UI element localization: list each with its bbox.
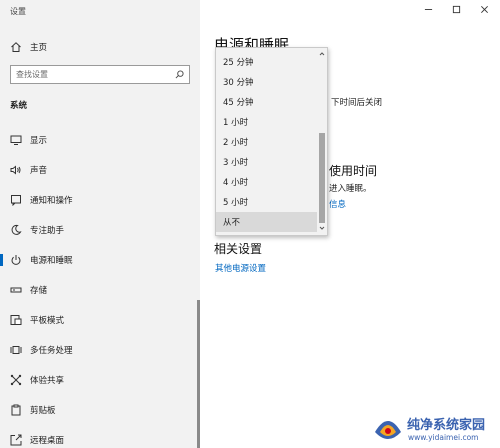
multitasking-icon [10,346,22,354]
sidebar-item-label: 通知和操作 [30,196,73,206]
dropdown-option[interactable]: 2 小时 [216,132,317,152]
home-icon [11,42,21,52]
watermark-logo-icon [375,421,401,439]
sidebar-item-label: 体验共享 [30,376,65,386]
sidebar-item-power-sleep[interactable]: 电源和睡眠 [0,250,198,270]
maximize-button[interactable] [442,0,470,18]
sound-icon [10,165,21,175]
dropdown-option[interactable]: 30 分钟 [216,72,317,92]
settings-window: 设置 主页 查找设置 系统 显示 声音 通知和操作 专注助手 电源和睡眠 存储 … [0,0,500,448]
sidebar-item-label: 显示 [30,136,48,146]
dropdown-scroll-thumb[interactable] [319,133,325,223]
close-icon [480,5,488,13]
dropdown-option-selected[interactable]: 从不 [216,212,317,232]
minimize-icon [424,8,432,10]
watermark-url: www.yidaimei.com [408,433,479,442]
sidebar-scrollbar[interactable] [197,300,200,448]
search-placeholder: 查找设置 [16,70,48,79]
storage-icon [10,287,22,293]
sidebar-item-label: 专注助手 [30,226,65,236]
scroll-up-icon[interactable] [319,51,325,57]
dropdown-option[interactable]: 45 分钟 [216,92,317,112]
sidebar-item-notifications[interactable]: 通知和操作 [0,190,198,210]
power-icon [11,255,21,265]
minimize-button[interactable] [414,0,442,18]
focus-assist-icon [11,224,22,235]
maximize-icon [452,5,460,13]
sidebar-item-label: 电源和睡眠 [30,256,73,266]
sidebar-item-sound[interactable]: 声音 [0,160,198,180]
sidebar-item-clipboard[interactable]: 剪贴板 [0,400,198,420]
sidebar-item-remote-desktop[interactable]: 远程桌面 [0,430,198,448]
search-icon[interactable] [175,70,184,79]
dropdown-option[interactable]: 3 小时 [216,152,317,172]
sidebar-item-storage[interactable]: 存储 [0,280,198,300]
home-nav-item[interactable]: 主页 [10,40,47,54]
notification-icon [11,195,21,206]
sidebar-item-label: 存储 [30,286,48,296]
sleep-section-title: 使用时间 [329,164,378,178]
shared-experiences-icon [10,374,22,386]
watermark: 纯净系统家园 www.yidaimei.com [372,408,500,448]
sidebar: 设置 主页 查找设置 系统 显示 声音 通知和操作 专注助手 电源和睡眠 存储 … [0,0,200,448]
display-icon [10,135,22,145]
dropdown-option[interactable]: 4 小时 [216,172,317,192]
sidebar-item-label: 剪贴板 [30,406,56,416]
sidebar-item-shared-experiences[interactable]: 体验共享 [0,370,198,390]
clipboard-icon [11,404,21,416]
tablet-mode-icon [10,315,22,325]
dropdown-scrollbar[interactable] [317,48,327,235]
watermark-title: 纯净系统家园 [407,418,486,433]
search-input[interactable]: 查找设置 [10,65,190,84]
dropdown-option[interactable]: 5 小时 [216,192,317,212]
dropdown-option[interactable]: 25 分钟 [216,52,317,72]
scroll-down-icon[interactable] [319,225,325,231]
sleep-timeout-dropdown[interactable]: 25 分钟 30 分钟 45 分钟 1 小时 2 小时 3 小时 4 小时 5 … [215,47,328,236]
other-power-settings-link[interactable]: 其他电源设置 [215,262,266,274]
sidebar-item-multitasking[interactable]: 多任务处理 [0,340,198,360]
sidebar-item-label: 声音 [30,166,48,176]
sidebar-item-display[interactable]: 显示 [0,130,198,150]
sidebar-item-tablet-mode[interactable]: 平板模式 [0,310,198,330]
sidebar-item-focus-assist[interactable]: 专注助手 [0,220,198,240]
more-info-link[interactable]: 信息 [329,198,346,210]
sidebar-item-label: 平板模式 [30,316,65,326]
screen-timeout-text: 下时间后关闭 [331,98,383,108]
dropdown-list: 25 分钟 30 分钟 45 分钟 1 小时 2 小时 3 小时 4 小时 5 … [216,48,317,235]
app-title: 设置 [10,7,26,16]
sidebar-item-label: 多任务处理 [30,346,73,356]
related-settings-title: 相关设置 [214,242,263,256]
home-label: 主页 [30,43,48,53]
section-title: 系统 [10,101,28,111]
sleep-text: 进入睡眠。 [329,184,372,194]
dropdown-option[interactable]: 1 小时 [216,112,317,132]
remote-desktop-icon [10,434,22,446]
sidebar-item-label: 远程桌面 [30,436,65,446]
close-button[interactable] [470,0,498,18]
